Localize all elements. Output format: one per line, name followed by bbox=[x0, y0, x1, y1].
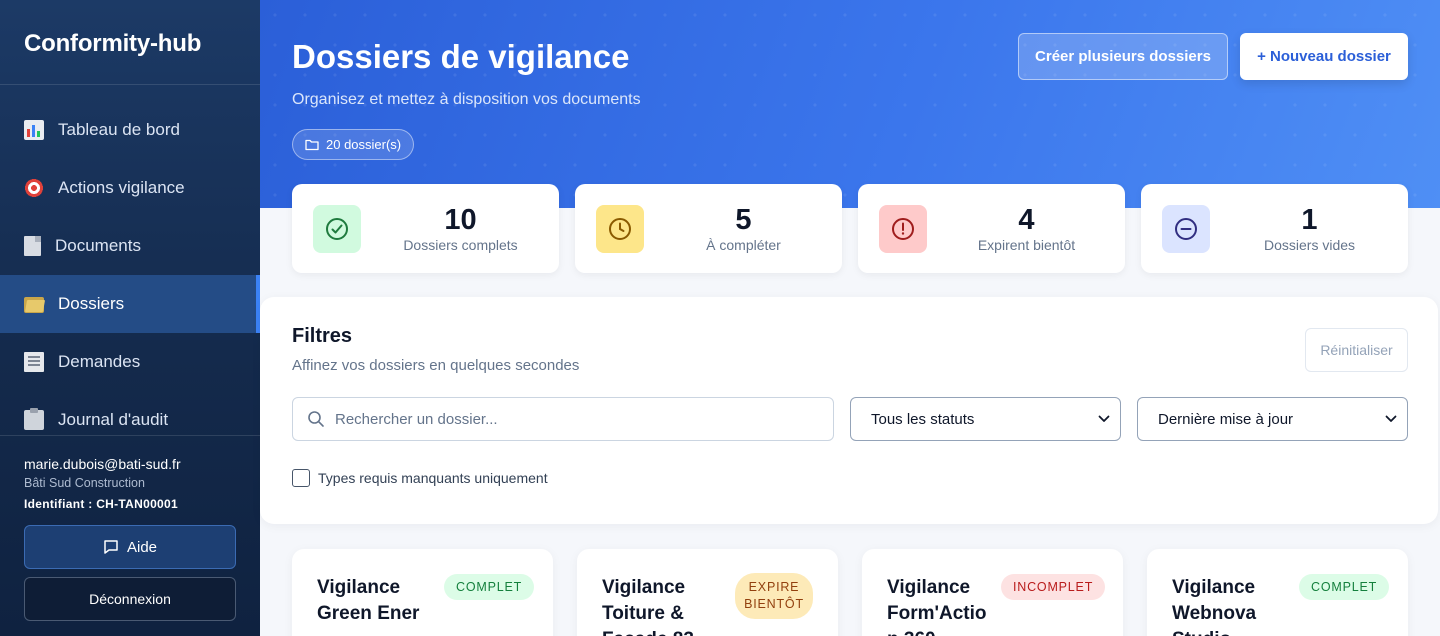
filters-title: Filtres bbox=[292, 325, 353, 347]
stat-value: 4 bbox=[1018, 204, 1035, 236]
create-multiple-button[interactable]: Créer plusieurs dossiers bbox=[1018, 33, 1228, 80]
sidebar-item-demandes[interactable]: Demandes bbox=[0, 333, 260, 391]
sidebar: Conformity-hub Tableau de bord Actions v… bbox=[0, 0, 260, 636]
dossier-card[interactable]: Vigilance Toiture & Façade 83 EXPIRE BIE… bbox=[577, 549, 838, 636]
stat-card-empty: 1 Dossiers vides bbox=[1141, 184, 1408, 273]
missing-types-checkbox[interactable] bbox=[292, 469, 310, 487]
clock-icon bbox=[596, 205, 644, 253]
user-email: marie.dubois@bati-sud.fr bbox=[24, 456, 181, 472]
new-dossier-button[interactable]: + Nouveau dossier bbox=[1240, 33, 1408, 80]
user-panel: marie.dubois@bati-sud.fr Bâti Sud Constr… bbox=[0, 435, 260, 636]
clipboard-icon bbox=[24, 408, 44, 430]
sidebar-item-label: Documents bbox=[55, 236, 141, 255]
folder-outline-icon bbox=[305, 139, 319, 150]
minus-circle-icon bbox=[1162, 205, 1210, 253]
status-badge: COMPLET bbox=[1299, 574, 1390, 600]
dossier-count-label: 20 dossier(s) bbox=[326, 137, 402, 152]
app-logo[interactable]: Conformity-hub bbox=[0, 0, 260, 85]
folder-icon bbox=[24, 297, 44, 313]
dossier-card[interactable]: Vigilance Webnova Studio COMPLET bbox=[1147, 549, 1408, 636]
chevron-down-icon bbox=[1385, 415, 1397, 422]
dossier-card[interactable]: Vigilance Green Ener COMPLET bbox=[292, 549, 553, 636]
check-circle-icon bbox=[313, 205, 361, 253]
stat-card-expiring: 4 Expirent bientôt bbox=[858, 184, 1125, 273]
alert-icon bbox=[879, 205, 927, 253]
missing-types-filter[interactable]: Types requis manquants uniquement bbox=[292, 469, 548, 487]
target-icon bbox=[24, 178, 44, 198]
chevron-down-icon bbox=[1098, 415, 1110, 422]
sidebar-item-label: Dossiers bbox=[58, 294, 125, 313]
stat-label: Dossiers vides bbox=[1263, 237, 1356, 253]
stat-value: 10 bbox=[444, 204, 477, 236]
dossier-card-title: Vigilance Webnova Studio bbox=[1172, 577, 1257, 636]
status-badge: INCOMPLET bbox=[1001, 574, 1106, 600]
request-icon bbox=[24, 352, 44, 372]
sidebar-item-actions-vigilance[interactable]: Actions vigilance bbox=[0, 159, 260, 217]
sidebar-item-tableau-de-bord[interactable]: Tableau de bord bbox=[0, 101, 260, 159]
status-badge: EXPIRE BIENTÔT bbox=[735, 573, 813, 619]
sidebar-item-label: Demandes bbox=[58, 352, 141, 371]
status-select[interactable]: Tous les statuts bbox=[850, 397, 1121, 441]
chart-icon bbox=[24, 120, 44, 140]
sidebar-item-label: Actions vigilance bbox=[58, 178, 185, 197]
user-identifier: Identifiant : CH-TAN00001 bbox=[24, 497, 178, 511]
chat-icon bbox=[104, 540, 118, 554]
user-company: Bâti Sud Construction bbox=[24, 476, 145, 490]
status-select-value: Tous les statuts bbox=[871, 410, 975, 428]
sort-select-value: Dernière mise à jour bbox=[1158, 410, 1294, 428]
stat-card-to-complete: 5 À compléter bbox=[575, 184, 842, 273]
missing-types-label: Types requis manquants uniquement bbox=[318, 470, 548, 486]
dossier-card-title: Vigilance Toiture & Façade 83 bbox=[602, 577, 694, 636]
sidebar-nav: Tableau de bord Actions vigilance Docume… bbox=[0, 101, 260, 449]
help-label: Aide bbox=[126, 538, 158, 556]
dossier-count-badge: 20 dossier(s) bbox=[292, 129, 415, 160]
status-badge: COMPLET bbox=[444, 574, 535, 600]
reset-button[interactable]: Réinitialiser bbox=[1305, 328, 1408, 372]
search-input[interactable] bbox=[335, 410, 815, 428]
filters-panel: Filtres Affinez vos dossiers en quelques… bbox=[260, 297, 1438, 524]
sort-select[interactable]: Dernière mise à jour bbox=[1137, 397, 1408, 441]
dossier-card-title: Vigilance Green Ener bbox=[317, 577, 420, 624]
stat-card-complete: 10 Dossiers complets bbox=[292, 184, 559, 273]
stat-label: Dossiers complets bbox=[403, 237, 518, 253]
sidebar-item-label: Tableau de bord bbox=[58, 120, 180, 139]
stat-value: 1 bbox=[1301, 204, 1318, 236]
search-field[interactable] bbox=[292, 397, 834, 441]
dossier-card-title: Vigilance Form'Actio n 360 bbox=[887, 577, 987, 636]
sidebar-item-dossiers[interactable]: Dossiers bbox=[0, 275, 260, 333]
page-subtitle: Organisez et mettez à disposition vos do… bbox=[292, 91, 641, 108]
stat-label: À compléter bbox=[706, 237, 781, 253]
filters-subtitle: Affinez vos dossiers en quelques seconde… bbox=[292, 357, 580, 374]
stat-label: Expirent bientôt bbox=[977, 237, 1076, 253]
document-icon bbox=[24, 236, 41, 256]
search-icon bbox=[308, 411, 324, 427]
dossier-card[interactable]: Vigilance Form'Actio n 360 INCOMPLET bbox=[862, 549, 1123, 636]
logout-button[interactable]: Déconnexion bbox=[24, 577, 236, 621]
stat-value: 5 bbox=[735, 204, 752, 236]
page-title: Dossiers de vigilance bbox=[292, 38, 630, 75]
sidebar-item-documents[interactable]: Documents bbox=[0, 217, 260, 275]
sidebar-item-label: Journal d'audit bbox=[58, 410, 169, 429]
help-button[interactable]: Aide bbox=[24, 525, 236, 569]
